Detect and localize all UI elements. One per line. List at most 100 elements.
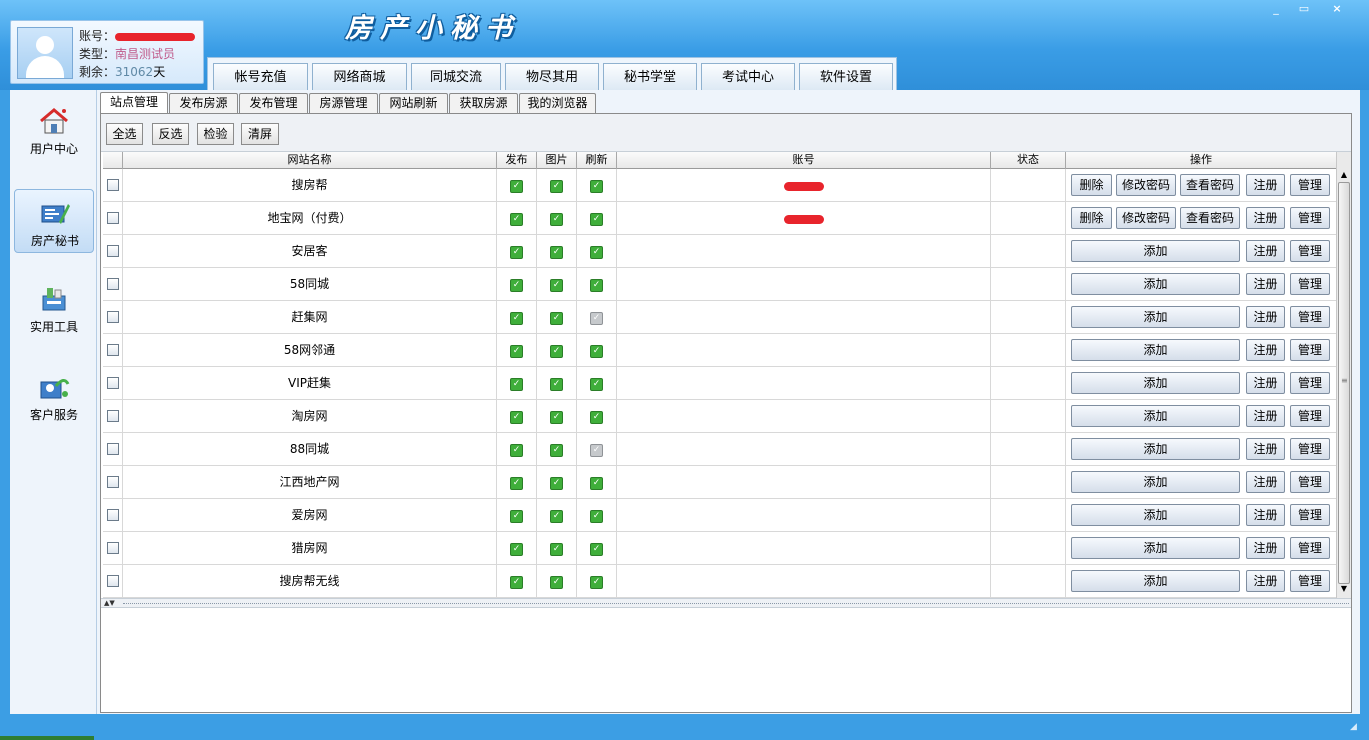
verify-button[interactable]: 检验 [197, 123, 234, 145]
register-button[interactable]: 注册 [1246, 438, 1285, 460]
image-check-icon[interactable]: ✓ [550, 345, 563, 358]
publish-check-icon[interactable]: ✓ [510, 345, 523, 358]
add-button[interactable]: 添加 [1071, 438, 1240, 460]
register-button[interactable]: 注册 [1246, 405, 1285, 427]
row-checkbox[interactable] [107, 443, 119, 455]
tab-school[interactable]: 秘书学堂 [603, 63, 697, 90]
add-button[interactable]: 添加 [1071, 306, 1240, 328]
register-button[interactable]: 注册 [1246, 372, 1285, 394]
manage-button[interactable]: 管理 [1290, 339, 1330, 361]
row-checkbox[interactable] [107, 179, 119, 191]
register-button[interactable]: 注册 [1246, 537, 1285, 559]
publish-check-icon[interactable]: ✓ [510, 477, 523, 490]
add-button[interactable]: 添加 [1071, 570, 1240, 592]
tab-settings[interactable]: 软件设置 [799, 63, 893, 90]
maximize-button[interactable]: ▭ [1293, 2, 1315, 18]
manage-button[interactable]: 管理 [1290, 306, 1330, 328]
tab-local-exchange[interactable]: 同城交流 [411, 63, 501, 90]
row-checkbox[interactable] [107, 476, 119, 488]
refresh-check-icon[interactable]: ✓ [590, 411, 603, 424]
delete-button[interactable]: 删除 [1071, 174, 1112, 196]
add-button[interactable]: 添加 [1071, 405, 1240, 427]
subtab-my-browser[interactable]: 我的浏览器 [519, 93, 596, 114]
refresh-check-icon[interactable]: ✓ [590, 213, 603, 226]
publish-check-icon[interactable]: ✓ [510, 378, 523, 391]
register-button[interactable]: 注册 [1246, 174, 1285, 196]
refresh-check-icon[interactable]: ✓ [590, 543, 603, 556]
add-button[interactable]: 添加 [1071, 504, 1240, 526]
image-check-icon[interactable]: ✓ [550, 444, 563, 457]
image-check-icon[interactable]: ✓ [550, 411, 563, 424]
register-button[interactable]: 注册 [1246, 240, 1285, 262]
manage-button[interactable]: 管理 [1290, 570, 1330, 592]
clear-screen-button[interactable]: 清屏 [241, 123, 279, 145]
table-row[interactable]: 猎房网 ✓ ✓ ✓ 添加 注册 管理 [103, 532, 1336, 565]
refresh-check-icon[interactable]: ✓ [590, 576, 603, 589]
image-check-icon[interactable]: ✓ [550, 543, 563, 556]
grid-scrollbar[interactable]: ▲ ≡ ▼ [1336, 152, 1351, 598]
image-check-icon[interactable]: ✓ [550, 477, 563, 490]
table-row[interactable]: 赶集网 ✓ ✓ ✓ 添加 注册 管理 [103, 301, 1336, 334]
register-button[interactable]: 注册 [1246, 570, 1285, 592]
table-row[interactable]: VIP赶集 ✓ ✓ ✓ 添加 注册 管理 [103, 367, 1336, 400]
delete-button[interactable]: 删除 [1071, 207, 1112, 229]
publish-check-icon[interactable]: ✓ [510, 510, 523, 523]
manage-button[interactable]: 管理 [1290, 438, 1330, 460]
table-row[interactable]: 搜房帮无线 ✓ ✓ ✓ 添加 注册 管理 [103, 565, 1336, 598]
tab-recharge[interactable]: 帐号充值 [213, 63, 308, 90]
table-row[interactable]: 淘房网 ✓ ✓ ✓ 添加 注册 管理 [103, 400, 1336, 433]
subtab-site-refresh[interactable]: 网站刷新 [379, 93, 448, 114]
image-check-icon[interactable]: ✓ [550, 576, 563, 589]
table-row[interactable]: 搜房帮 ✓ ✓ ✓ 删除 修改密码 查看密码 注册 管理 [103, 169, 1336, 202]
view-password-button[interactable]: 查看密码 [1180, 174, 1240, 196]
image-check-icon[interactable]: ✓ [550, 312, 563, 325]
publish-check-icon[interactable]: ✓ [510, 411, 523, 424]
image-check-icon[interactable]: ✓ [550, 213, 563, 226]
publish-check-icon[interactable]: ✓ [510, 576, 523, 589]
refresh-check-icon[interactable]: ✓ [590, 477, 603, 490]
row-checkbox[interactable] [107, 245, 119, 257]
table-row[interactable]: 58同城 ✓ ✓ ✓ 添加 注册 管理 [103, 268, 1336, 301]
manage-button[interactable]: 管理 [1290, 537, 1330, 559]
image-check-icon[interactable]: ✓ [550, 510, 563, 523]
add-button[interactable]: 添加 [1071, 273, 1240, 295]
add-button[interactable]: 添加 [1071, 240, 1240, 262]
tab-shop[interactable]: 网络商城 [312, 63, 407, 90]
manage-button[interactable]: 管理 [1290, 405, 1330, 427]
refresh-check-icon[interactable]: ✓ [590, 312, 603, 325]
refresh-check-icon[interactable]: ✓ [590, 345, 603, 358]
close-button[interactable]: × [1326, 2, 1348, 18]
manage-button[interactable]: 管理 [1290, 372, 1330, 394]
register-button[interactable]: 注册 [1246, 471, 1285, 493]
select-all-button[interactable]: 全选 [106, 123, 143, 145]
image-check-icon[interactable]: ✓ [550, 180, 563, 193]
view-password-button[interactable]: 查看密码 [1180, 207, 1240, 229]
tab-reuse[interactable]: 物尽其用 [505, 63, 599, 90]
manage-button[interactable]: 管理 [1290, 207, 1330, 229]
register-button[interactable]: 注册 [1246, 504, 1285, 526]
row-checkbox[interactable] [107, 278, 119, 290]
image-check-icon[interactable]: ✓ [550, 378, 563, 391]
subtab-site-management[interactable]: 站点管理 [100, 92, 168, 114]
row-checkbox[interactable] [107, 542, 119, 554]
register-button[interactable]: 注册 [1246, 306, 1285, 328]
row-checkbox[interactable] [107, 311, 119, 323]
add-button[interactable]: 添加 [1071, 339, 1240, 361]
subtab-fetch-listings[interactable]: 获取房源 [449, 93, 518, 114]
manage-button[interactable]: 管理 [1290, 240, 1330, 262]
row-checkbox[interactable] [107, 509, 119, 521]
image-check-icon[interactable]: ✓ [550, 279, 563, 292]
change-password-button[interactable]: 修改密码 [1116, 174, 1176, 196]
register-button[interactable]: 注册 [1246, 339, 1285, 361]
subtab-listing-management[interactable]: 房源管理 [309, 93, 378, 114]
manage-button[interactable]: 管理 [1290, 273, 1330, 295]
scroll-up-arrow-icon[interactable]: ▲ [1337, 168, 1351, 182]
scroll-down-arrow-icon[interactable]: ▼ [1337, 582, 1351, 596]
publish-check-icon[interactable]: ✓ [510, 213, 523, 226]
scrollbar-thumb[interactable]: ≡ [1338, 182, 1350, 584]
publish-check-icon[interactable]: ✓ [510, 246, 523, 259]
refresh-check-icon[interactable]: ✓ [590, 510, 603, 523]
table-row[interactable]: 爱房网 ✓ ✓ ✓ 添加 注册 管理 [103, 499, 1336, 532]
publish-check-icon[interactable]: ✓ [510, 543, 523, 556]
row-checkbox[interactable] [107, 377, 119, 389]
